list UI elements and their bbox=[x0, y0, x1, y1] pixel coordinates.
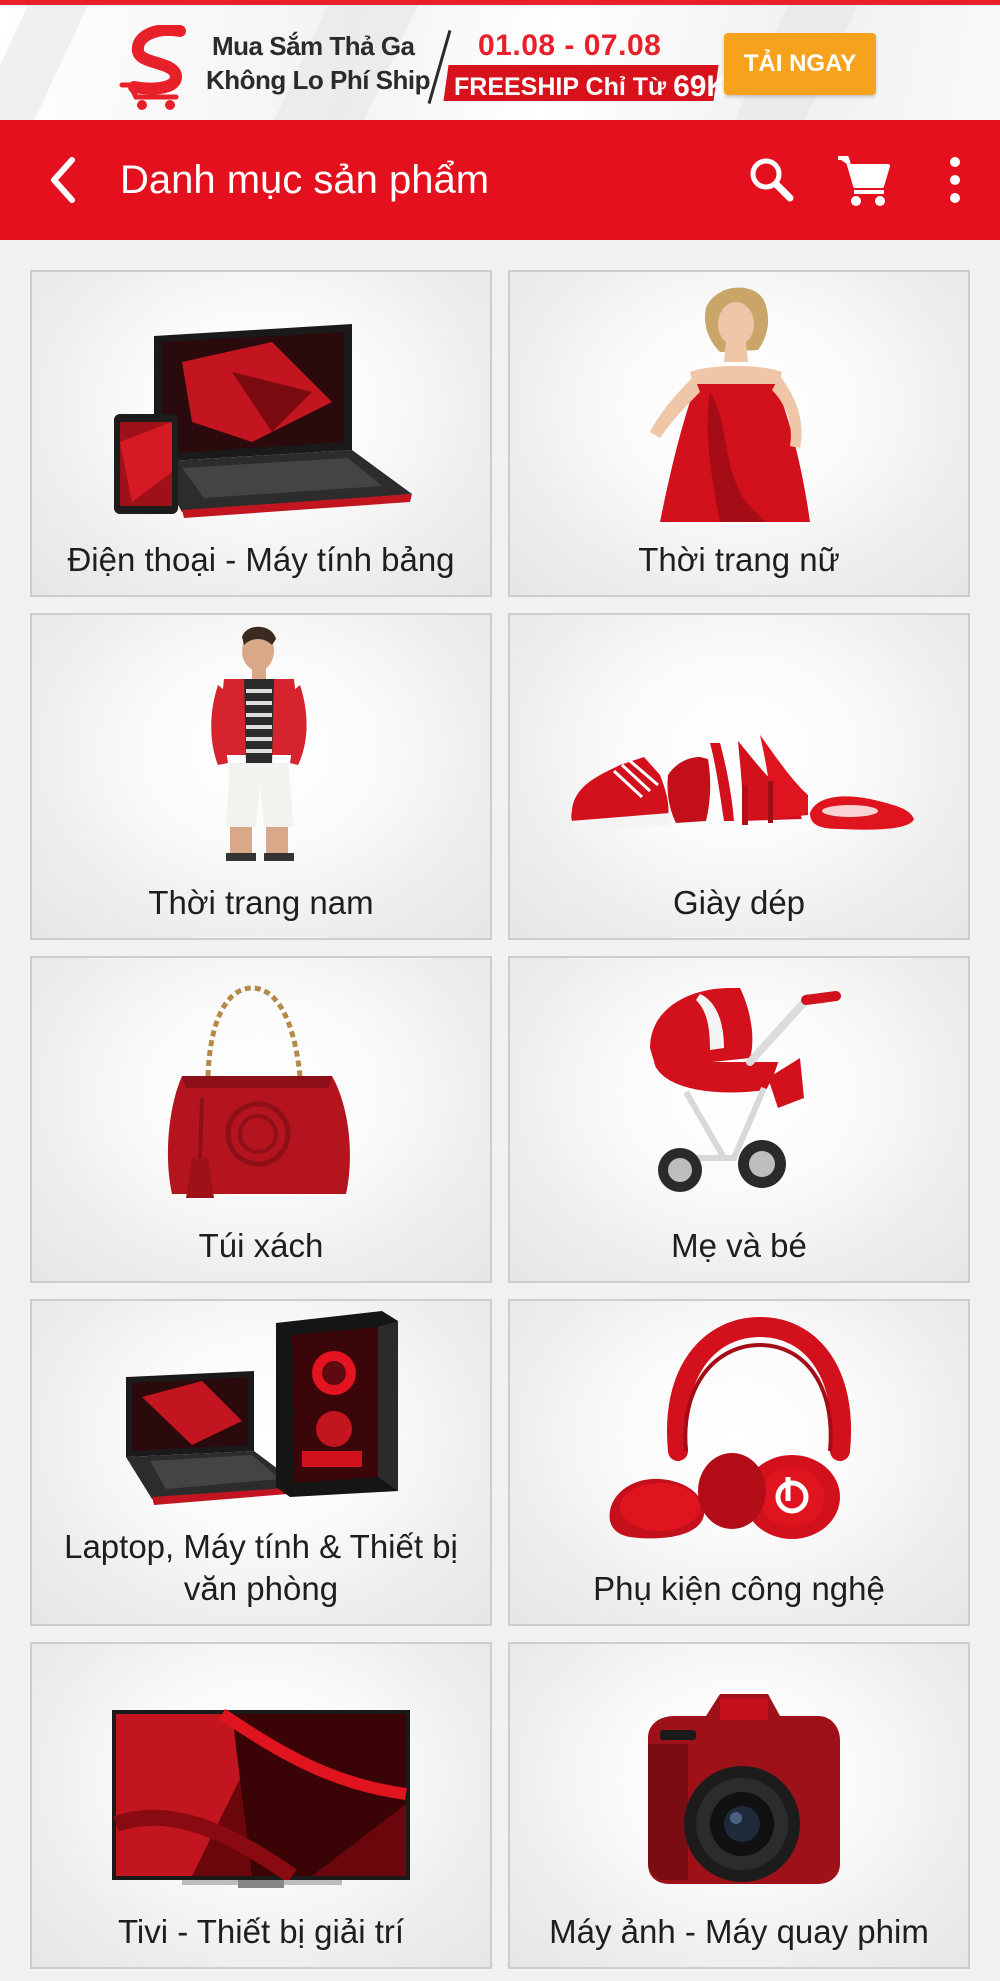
camera-icon bbox=[648, 1694, 840, 1884]
sendo-logo-icon bbox=[119, 25, 186, 110]
category-label: Giày dép bbox=[672, 884, 806, 921]
category-card-women-fashion[interactable]: Thời trang nữ bbox=[508, 270, 970, 597]
headphones-icon bbox=[609, 1316, 852, 1539]
app-bar: Danh mục sản phẩm bbox=[0, 120, 1000, 240]
category-card-phones-tablets[interactable]: Điện thoại - Máy tính bảng bbox=[30, 270, 492, 597]
promo-line2: Không Lo Phí Ship bbox=[206, 65, 431, 95]
category-label: Máy ảnh - Máy quay phim bbox=[549, 1913, 929, 1950]
category-card-handbags[interactable]: Túi xách bbox=[30, 956, 492, 1283]
download-button[interactable]: TẢI NGAY bbox=[724, 33, 876, 95]
shoes-icon bbox=[570, 735, 914, 831]
promo-banner[interactable]: Mua Sắm Thả Ga Không Lo Phí Ship 01.08 -… bbox=[0, 0, 1000, 120]
category-label: Thời trang nữ bbox=[638, 541, 840, 578]
promo-dates: 01.08 - 07.08 bbox=[478, 29, 662, 62]
category-label: Điện thoại - Máy tính bảng bbox=[67, 541, 455, 578]
woman-fashion-icon bbox=[650, 287, 810, 522]
man-fashion-icon bbox=[211, 626, 307, 861]
computer-icon bbox=[126, 1311, 398, 1505]
stroller-icon bbox=[650, 988, 841, 1192]
handbag-icon bbox=[167, 985, 350, 1198]
category-card-mom-baby[interactable]: Mẹ và bé bbox=[508, 956, 970, 1283]
category-label: Túi xách bbox=[198, 1227, 324, 1264]
category-label: Tivi - Thiết bị giải trí bbox=[117, 1913, 405, 1950]
category-card-men-fashion[interactable]: Thời trang nam bbox=[30, 613, 492, 940]
search-icon[interactable] bbox=[744, 152, 800, 208]
freeship-amount: 69K bbox=[673, 70, 729, 103]
category-label: Phụ kiện công nghệ bbox=[593, 1570, 885, 1607]
category-card-tech-accessories[interactable]: Phụ kiện công nghệ bbox=[508, 1299, 970, 1626]
laptop-phone-icon bbox=[114, 324, 412, 518]
tv-icon bbox=[112, 1709, 410, 1888]
category-label: Laptop, Máy tính & Thiết bị văn phòng bbox=[64, 1528, 458, 1607]
category-card-tv-entertainment[interactable]: Tivi - Thiết bị giải trí bbox=[30, 1642, 492, 1969]
category-label: Thời trang nam bbox=[148, 884, 374, 921]
category-card-cameras[interactable]: Máy ảnh - Máy quay phim bbox=[508, 1642, 970, 1969]
freeship-text: FREESHIP Chỉ Từ 69K bbox=[454, 69, 728, 103]
category-card-laptop-office[interactable]: Laptop, Máy tính & Thiết bị văn phòng bbox=[30, 1299, 492, 1626]
freeship-label: FREESHIP Chỉ Từ bbox=[454, 73, 667, 101]
category-label: Mẹ và bé bbox=[671, 1227, 807, 1264]
category-card-shoes[interactable]: Giày dép bbox=[508, 613, 970, 940]
page-title: Danh mục sản phẩm bbox=[120, 158, 490, 202]
promo-line1: Mua Sắm Thả Ga bbox=[212, 31, 415, 61]
back-arrow-icon[interactable] bbox=[38, 152, 94, 208]
cart-icon[interactable] bbox=[834, 150, 894, 210]
more-options-icon[interactable] bbox=[930, 152, 980, 208]
